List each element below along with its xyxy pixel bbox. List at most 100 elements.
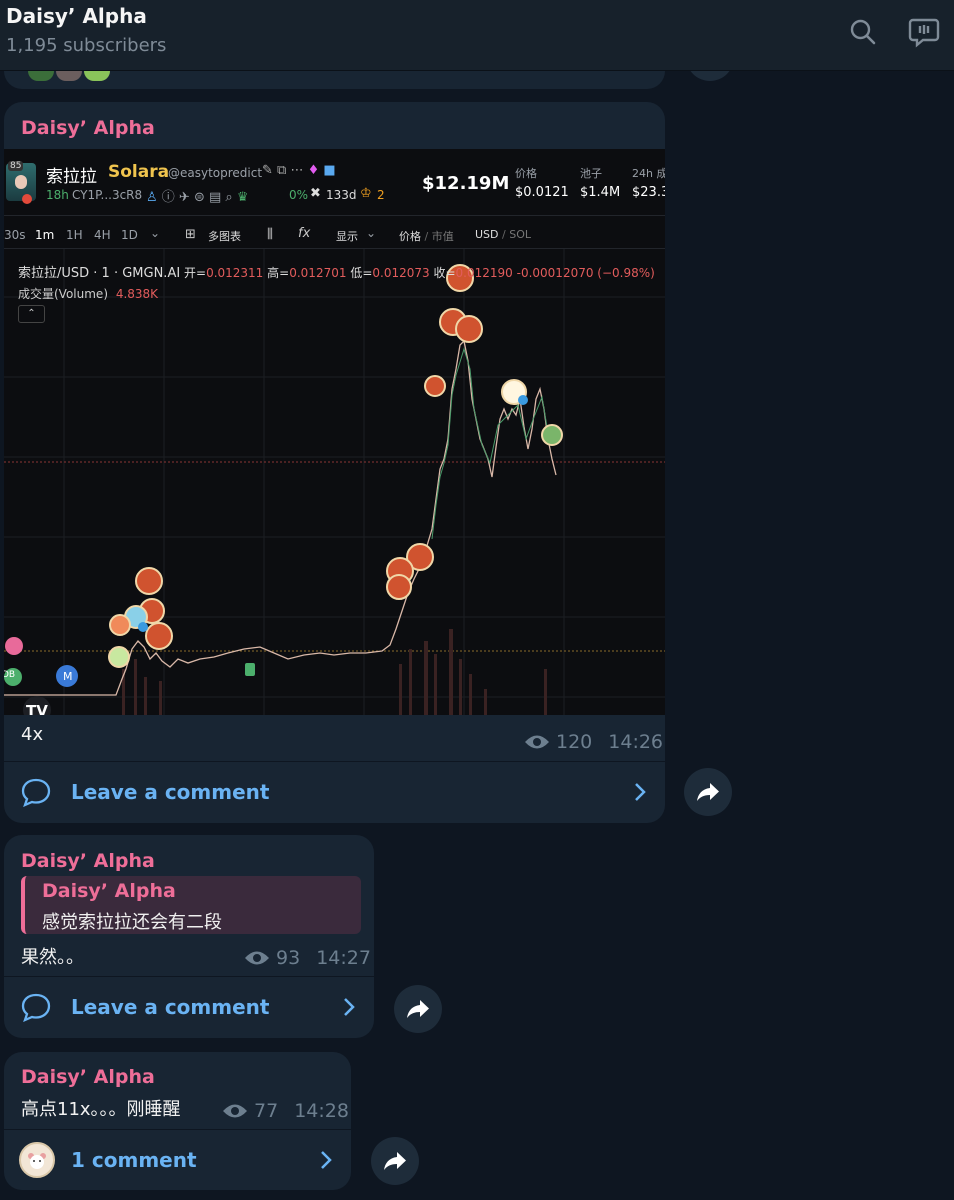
low-label: 低= [350, 266, 373, 280]
message-time: 14:26 [608, 731, 664, 753]
sender-name[interactable]: Daisy’ Alpha [21, 850, 155, 872]
message-text: 果然。。 [21, 947, 84, 968]
open-value: 0.012311 [206, 266, 264, 280]
subscriber-count: 1,195 subscribers [6, 35, 167, 56]
sender-name[interactable]: Daisy’ Alpha [21, 117, 155, 139]
message-list[interactable]: Daisy’ Alpha 85 索拉拉 Solara @easytopredic… [0, 31, 954, 1200]
message-meta: 120 14:26 [524, 731, 663, 753]
commenter-avatar [19, 1142, 55, 1178]
multi-chart-label: 多图表 [208, 230, 241, 243]
function-icon: fx [298, 226, 311, 241]
comments-button[interactable]: 1 comment [4, 1129, 351, 1190]
message-text: 4x [21, 724, 44, 745]
stat-label: 池子 [580, 167, 602, 180]
view-count: 93 [276, 947, 301, 969]
message-text: 高点11x。。。刚睡醒 [21, 1099, 181, 1120]
display-label: 显示 [336, 230, 358, 243]
timeframe-1d: 1D [121, 228, 138, 242]
message-meta: 93 14:27 [244, 947, 371, 969]
sol-label: SOL [509, 228, 531, 241]
share-button[interactable] [371, 1137, 419, 1185]
stat-value: $0.0121 [515, 185, 569, 200]
token-days: 133d [326, 188, 357, 202]
leave-comment-button[interactable]: Leave a comment [4, 761, 665, 823]
comment-label: Leave a comment [71, 780, 270, 804]
chevron-right-icon [635, 783, 646, 801]
message-meta: 77 14:28 [222, 1100, 349, 1122]
token-age: 18h [46, 188, 69, 202]
mcap-label: 市值 [431, 230, 454, 243]
view-count: 120 [556, 731, 593, 753]
chart-screenshot[interactable]: 85 索拉拉 Solara @easytopredict ✎ ⧉ ⋯ ♦ ■ 1… [4, 149, 665, 715]
reaction-avatar [56, 71, 82, 81]
token-address: CY1P...3cR8 [72, 188, 143, 202]
high-label: 高= [267, 266, 290, 280]
reply-sender: Daisy’ Alpha [42, 880, 176, 902]
price-label: 价格 [399, 230, 421, 243]
chevron-right-icon [321, 1151, 332, 1169]
share-button[interactable] [394, 985, 442, 1033]
reply-text: 感觉索拉拉还会有二段 [42, 912, 222, 933]
stat-value: $23.3 [632, 185, 665, 200]
chevron-right-icon [344, 998, 355, 1016]
currency-toggle: USD / SOL [475, 228, 531, 241]
reaction-avatar [84, 71, 110, 81]
ohlc-legend: 索拉拉/USD · 1 · GMGN.AI 开=0.012311 高=0.012… [18, 262, 655, 281]
reply-quote[interactable]: Daisy’ Alpha 感觉索拉拉还会有二段 [21, 876, 361, 934]
channel-title[interactable]: Daisy’ Alpha [6, 4, 147, 28]
share-arrow-icon [697, 783, 719, 801]
volume-legend: 成交量(Volume) 4.838K [18, 285, 158, 302]
stat-label: 24h 成 [632, 167, 665, 180]
indicator-icon: ⫼ [267, 227, 273, 242]
marker-label: M [63, 670, 73, 683]
low-value: 0.012073 [372, 266, 430, 280]
share-arrow-icon [384, 1152, 406, 1170]
price-toggle: 价格 / 市值 [399, 230, 454, 243]
token-info-icons: ♙ ⓘ ✈ ⊜ ▤ ⌕ ♛ [146, 190, 249, 205]
tradingview-logo-icon: TV [26, 702, 48, 715]
view-count: 77 [254, 1100, 279, 1122]
open-label: 开= [184, 266, 207, 280]
message-bubble: Daisy’ Alpha 高点11x。。。刚睡醒 77 14:28 1 comm… [4, 1052, 351, 1190]
collapse-legend-button: ⌃ [18, 305, 45, 323]
holders-count: 2 [377, 188, 385, 202]
price-chart [4, 249, 665, 715]
close-label: 收= [433, 266, 456, 280]
chevron-down-icon: ⌄ [150, 226, 161, 240]
comment-bubble-icon [21, 993, 51, 1022]
timeframe-30s: 30s [4, 228, 26, 242]
message-bubble: Daisy’ Alpha Daisy’ Alpha 感觉索拉拉还会有二段 果然。… [4, 835, 374, 1038]
timeframe-1m: 1m [35, 228, 55, 242]
share-arrow-icon [407, 1000, 429, 1018]
discussion-icon[interactable] [906, 14, 942, 50]
timeframe-1h: 1H [66, 228, 83, 242]
token-pct: 0% [289, 188, 309, 202]
stat-label: 价格 [515, 167, 537, 180]
close-value: 0.012190 [455, 266, 513, 280]
change-value: -0.00012070 (−0.98%) [516, 266, 655, 280]
leave-comment-button[interactable]: Leave a comment [4, 976, 374, 1038]
share-button[interactable] [684, 768, 732, 816]
search-icon[interactable] [845, 14, 881, 50]
holders-icon: ♔ [360, 186, 372, 201]
comment-label: Leave a comment [71, 995, 270, 1019]
message-time: 14:27 [316, 947, 371, 969]
avatar-badge: 85 [8, 161, 24, 171]
chat-header: Daisy’ Alpha 1,195 subscribers [0, 0, 954, 71]
stat-value: $1.4M [580, 185, 621, 200]
eye-icon [245, 951, 269, 965]
token-action-icons: ✎ ⧉ ⋯ ♦ ■ [262, 163, 336, 178]
message-time: 14:28 [294, 1100, 349, 1122]
sender-name[interactable]: Daisy’ Alpha [21, 1066, 155, 1088]
eye-icon [525, 735, 549, 749]
volume-label: 成交量(Volume) [18, 287, 108, 301]
high-value: 0.012701 [289, 266, 347, 280]
chevron-down-icon: ⌄ [366, 226, 377, 240]
token-symbol: Solara [108, 162, 170, 182]
usd-label: USD [475, 228, 499, 241]
eye-icon [223, 1104, 247, 1118]
comment-count-label: 1 comment [71, 1148, 197, 1172]
message-bubble: Daisy’ Alpha 85 索拉拉 Solara @easytopredic… [4, 102, 665, 823]
token-handle: @easytopredict [168, 166, 263, 180]
reaction-avatar [28, 71, 54, 81]
